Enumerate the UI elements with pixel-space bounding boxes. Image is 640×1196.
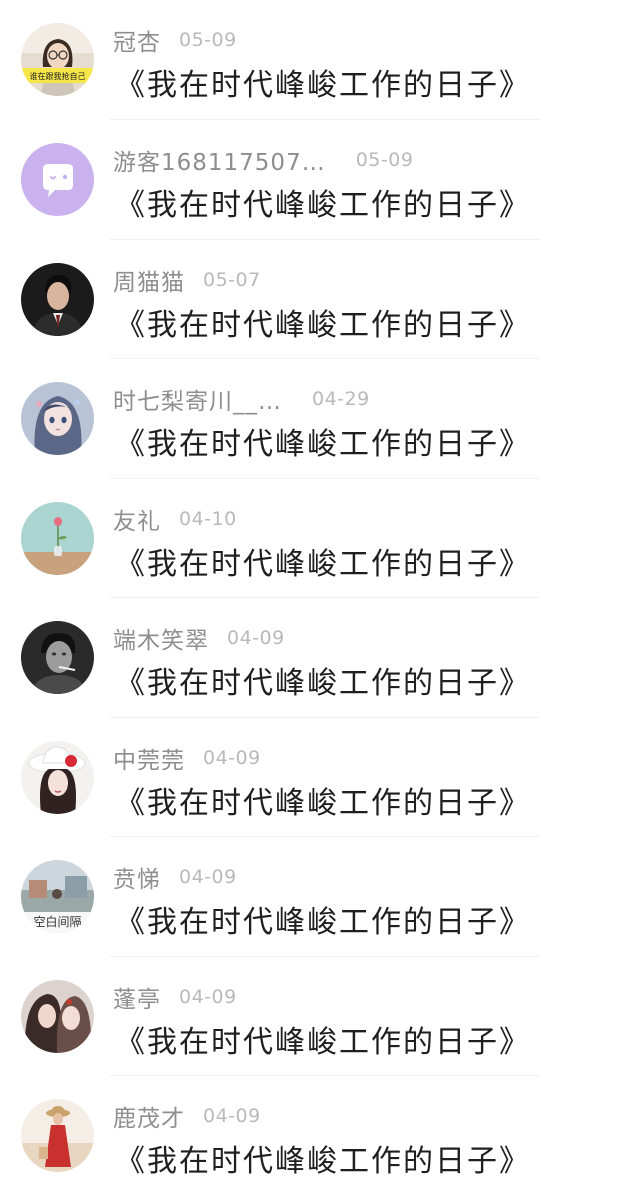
username[interactable]: 蓬亭 — [113, 980, 161, 1014]
comment-item[interactable]: 蓬亭 04-09 《我在时代峰峻工作的日子》 — [0, 957, 640, 1076]
username[interactable]: 端木笑翠 — [113, 621, 209, 655]
comment-date: 04-09 — [203, 746, 261, 769]
comment-date: 04-09 — [227, 627, 285, 649]
comment-text: 《我在时代峰峻工作的日子》 — [115, 427, 531, 462]
comment-item[interactable]: 空白间隔 贲悌 04-09 《我在时代峰峻工作的日子》 — [0, 837, 640, 957]
comment-meta: 中莞莞 04-09 — [113, 742, 261, 774]
avatar-girl-glasses-sticker[interactable]: 谁在跟我抢自己 — [21, 23, 94, 96]
comment-text: 《我在时代峰峻工作的日子》 — [115, 785, 531, 821]
comment-date: 05-09 — [179, 29, 237, 51]
avatar-girl-white-hat[interactable] — [21, 740, 94, 814]
comment-item[interactable]: 友礼 04-10 《我在时代峰峻工作的日子》 — [0, 479, 640, 598]
username[interactable]: 冠杏 — [113, 23, 161, 57]
comment-text: 《我在时代峰峻工作的日子》 — [115, 666, 531, 701]
comment-item[interactable]: 时七梨寄川__… 04-29 《我在时代峰峻工作的日子》 — [0, 359, 640, 479]
avatar-bw-smoking-man[interactable] — [21, 621, 94, 694]
avatar-anime-girl[interactable] — [21, 382, 94, 455]
comment-text: 《我在时代峰峻工作的日子》 — [115, 546, 531, 582]
username[interactable]: 游客168117507… — [113, 143, 326, 177]
comment-text: 《我在时代峰峻工作的日子》 — [115, 905, 531, 940]
comment-meta: 贲悌 04-09 — [113, 861, 237, 893]
avatar-caption: 空白间隔 — [33, 914, 81, 929]
comment-text: 《我在时代峰峻工作的日子》 — [115, 68, 531, 103]
comment-item[interactable]: 游客168117507… 05-09 《我在时代峰峻工作的日子》 — [0, 120, 640, 240]
avatar-couple-illustration[interactable] — [21, 979, 94, 1053]
comment-item[interactable]: 中莞莞 04-09 《我在时代峰峻工作的日子》 — [0, 718, 640, 837]
comment-text: 《我在时代峰峻工作的日子》 — [115, 188, 531, 223]
comment-item[interactable]: 周猫猫 05-07 《我在时代峰峻工作的日子》 — [0, 240, 640, 359]
comment-item[interactable]: 鹿茂才 04-09 《我在时代峰峻工作的日子》 — [0, 1076, 640, 1196]
avatar-caption: 谁在跟我抢自己 — [30, 71, 86, 81]
avatar-flower-vase[interactable] — [21, 501, 94, 575]
username[interactable]: 贲悌 — [113, 860, 161, 894]
comment-meta: 游客168117507… 05-09 — [113, 144, 413, 176]
comment-meta: 蓬亭 04-09 — [113, 981, 237, 1013]
avatar-street-scene[interactable]: 空白间隔 — [21, 860, 94, 933]
comment-meta: 冠杏 05-09 — [113, 24, 237, 56]
username[interactable]: 周猫猫 — [113, 263, 185, 297]
comment-item[interactable]: 谁在跟我抢自己 冠杏 05-09 《我在时代峰峻工作的日子》 — [0, 0, 640, 120]
username[interactable]: 友礼 — [113, 502, 161, 536]
username[interactable]: 中莞莞 — [113, 741, 185, 775]
comment-date: 04-10 — [179, 507, 237, 530]
comment-date: 04-29 — [312, 388, 370, 410]
comment-meta: 端木笑翠 04-09 — [113, 622, 285, 654]
avatar-default-chat-bubble[interactable] — [21, 143, 94, 216]
comment-meta: 鹿茂才 04-09 — [113, 1100, 261, 1132]
avatar-girl-beach[interactable] — [21, 1099, 94, 1172]
comment-text: 《我在时代峰峻工作的日子》 — [115, 307, 531, 343]
avatar-man-photo[interactable] — [21, 262, 94, 336]
username[interactable]: 鹿茂才 — [113, 1099, 185, 1133]
comment-date: 05-09 — [355, 149, 414, 171]
comment-meta: 友礼 04-10 — [113, 503, 237, 535]
comment-item[interactable]: 端木笑翠 04-09 《我在时代峰峻工作的日子》 — [0, 598, 640, 718]
comment-list: 谁在跟我抢自己 冠杏 05-09 《我在时代峰峻工作的日子》 游客1681175… — [0, 0, 640, 1184]
comment-date: 04-09 — [179, 866, 237, 888]
comment-meta: 时七梨寄川__… 04-29 — [113, 383, 370, 415]
comment-date: 04-09 — [179, 985, 237, 1008]
comment-text: 《我在时代峰峻工作的日子》 — [115, 1144, 531, 1179]
comment-date: 05-07 — [203, 268, 261, 291]
username[interactable]: 时七梨寄川__… — [113, 382, 282, 416]
comment-date: 04-09 — [203, 1105, 261, 1127]
comment-meta: 周猫猫 05-07 — [113, 264, 261, 296]
comment-text: 《我在时代峰峻工作的日子》 — [115, 1024, 531, 1060]
